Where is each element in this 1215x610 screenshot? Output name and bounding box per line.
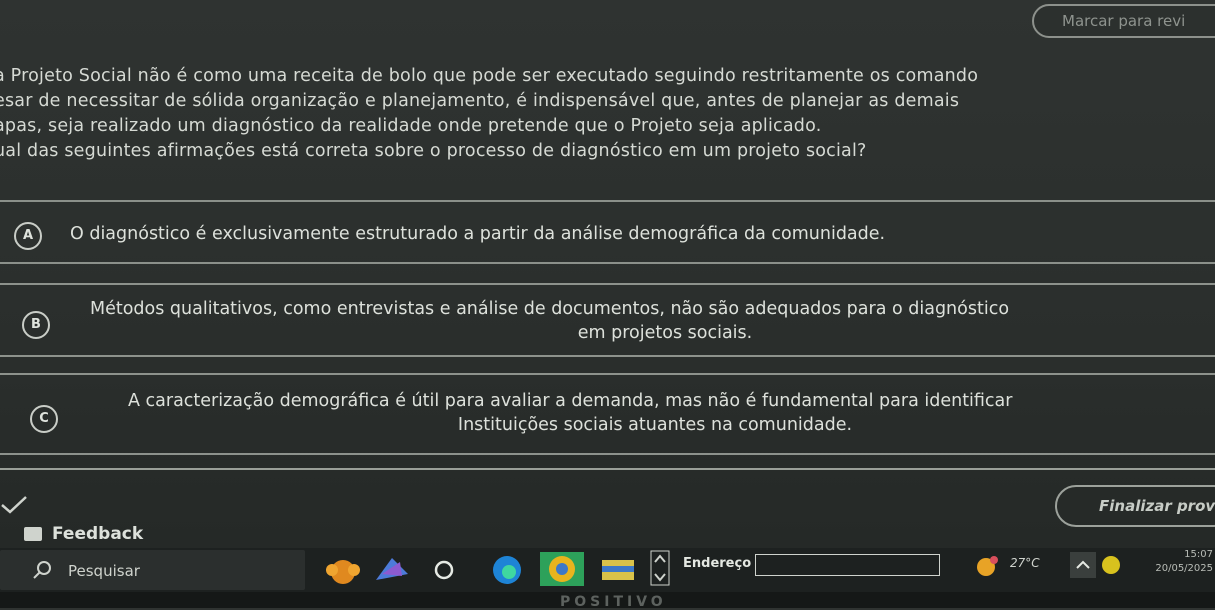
divider — [0, 200, 1215, 202]
edge-browser-icon[interactable] — [490, 554, 524, 586]
option-letter-a: A — [14, 222, 42, 250]
feedback-icon — [24, 527, 42, 541]
option-b-text-line1: Métodos qualitativos, como entrevistas e… — [90, 299, 1010, 319]
option-b-text-line2: em projetos sociais. — [577, 323, 753, 343]
question-line: ual das seguintes afirmações está corret… — [0, 141, 867, 161]
question-line: apas, seja realizado um diagnóstico da r… — [0, 116, 822, 136]
search-label: Pesquisar — [68, 562, 140, 580]
feedback-button[interactable]: Feedback — [24, 522, 143, 546]
question-text: a Projeto Social não é como uma receita … — [0, 64, 1215, 164]
option-b[interactable]: B Métodos qualitativos, como entrevistas… — [0, 283, 1215, 357]
address-label: Endereço — [683, 556, 752, 571]
weather-icon[interactable] — [972, 554, 1000, 580]
notification-icon[interactable] — [1100, 554, 1122, 576]
option-c[interactable]: C A caracterização demográfica é útil pa… — [0, 373, 1215, 455]
question-line: a Projeto Social não é como uma receita … — [0, 66, 979, 86]
chrome-browser-icon[interactable] — [540, 552, 584, 586]
mark-for-review-button[interactable]: Marcar para revi — [1032, 4, 1215, 38]
search-icon — [33, 561, 51, 579]
checkmark-icon — [1, 496, 27, 514]
option-c-text-line2: Instituições sociais atuantes na comunid… — [457, 415, 853, 435]
finish-exam-button[interactable]: Finalizar prov — [1055, 485, 1215, 527]
divider — [0, 262, 1215, 264]
time: 15:07 — [1184, 549, 1213, 560]
divider — [0, 468, 1215, 470]
question-line: esar de necessitar de sólida organização… — [0, 91, 960, 111]
chevron-up-icon[interactable] — [1070, 552, 1096, 578]
clock[interactable]: 15:07 20/05/2025 — [1135, 548, 1213, 576]
file-explorer-icon[interactable] — [598, 554, 638, 584]
option-a[interactable]: A O diagnóstico é exclusivamente estrutu… — [0, 208, 1215, 264]
app-icon[interactable] — [372, 554, 412, 584]
scroll-arrows-icon[interactable] — [650, 550, 670, 586]
option-c-text-line1: A caracterização demográfica é útil para… — [128, 391, 1013, 411]
temperature: 27°C — [1010, 556, 1040, 570]
task-view-icon[interactable] — [432, 558, 456, 582]
date: 20/05/2025 — [1155, 563, 1213, 574]
taskbar: Pesquisar Endereço 27°C 15:07 20/05/2025 — [0, 548, 1215, 592]
taskbar-search[interactable]: Pesquisar — [0, 550, 305, 590]
flower-widget-icon[interactable] — [318, 554, 368, 586]
option-a-text: O diagnóstico é exclusivamente estrutura… — [70, 224, 886, 244]
feedback-label: Feedback — [52, 524, 144, 544]
address-field[interactable] — [755, 554, 940, 576]
